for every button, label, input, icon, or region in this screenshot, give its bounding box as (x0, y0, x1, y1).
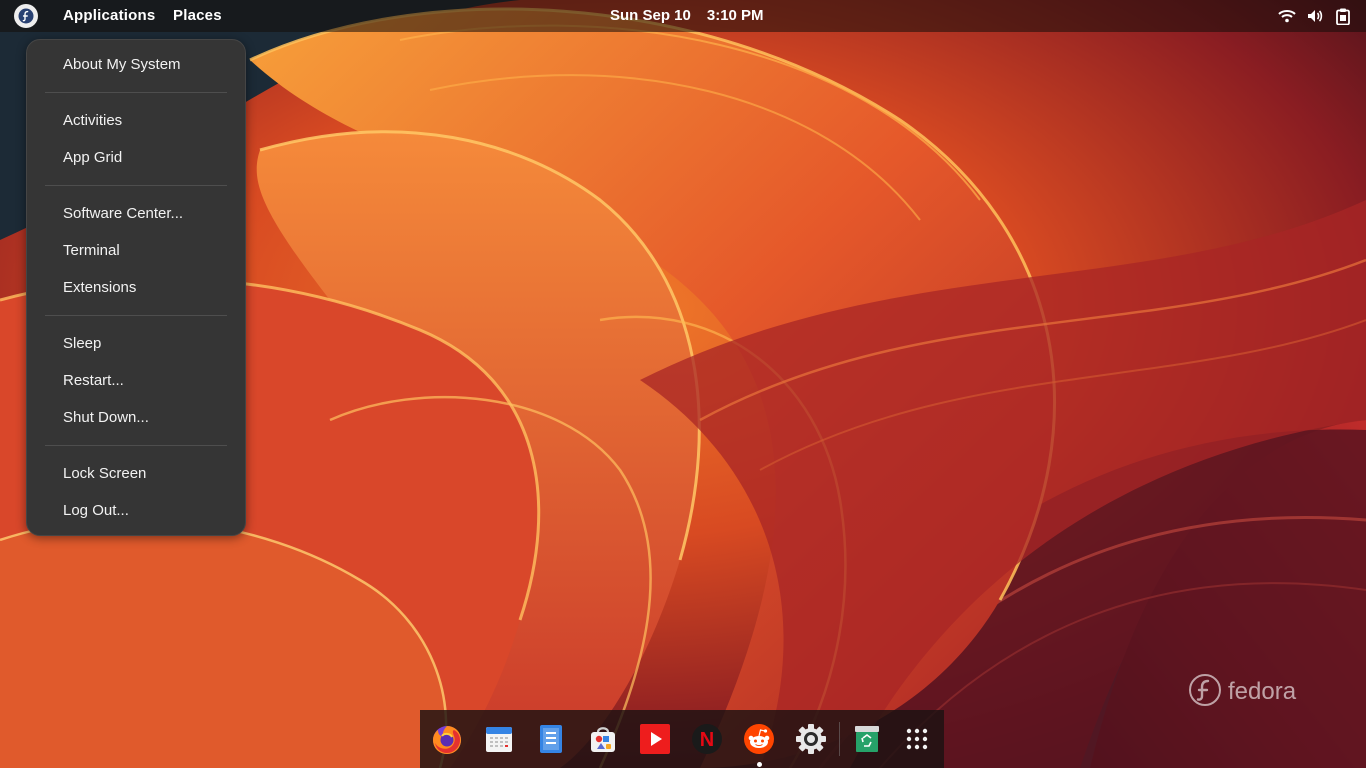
places-menu[interactable]: Places (173, 7, 222, 24)
menu-item-sleep[interactable]: Sleep (63, 335, 101, 352)
dock: N (420, 710, 944, 768)
fedora-logo-icon[interactable] (14, 4, 38, 28)
menu-separator (45, 445, 227, 446)
date-label: Sun Sep 10 (610, 7, 691, 24)
menu-item-app-grid[interactable]: App Grid (63, 149, 122, 166)
menu-item-restart[interactable]: Restart... (63, 372, 124, 389)
menu-separator (45, 92, 227, 93)
menu-item-terminal[interactable]: Terminal (63, 242, 120, 259)
text-editor-icon[interactable] (534, 722, 568, 756)
menu-separator (45, 315, 227, 316)
firefox-icon[interactable] (430, 722, 464, 756)
menu-item-log-out[interactable]: Log Out... (63, 502, 129, 519)
applications-popup-menu: About My System Activities App Grid Soft… (26, 39, 246, 536)
settings-icon[interactable] (794, 722, 828, 756)
netflix-glyph: N (700, 729, 714, 751)
netflix-icon[interactable]: N (690, 722, 724, 756)
software-store-icon[interactable] (586, 722, 620, 756)
menu-item-lock-screen[interactable]: Lock Screen (63, 465, 146, 482)
trash-icon[interactable] (850, 722, 884, 756)
running-indicator (757, 762, 762, 767)
fedora-watermark: fedora (1188, 672, 1308, 713)
menu-item-extensions[interactable]: Extensions (63, 279, 136, 296)
menu-item-software-center[interactable]: Software Center... (63, 205, 183, 222)
menu-separator (45, 185, 227, 186)
clipboard-icon[interactable] (1334, 7, 1352, 25)
menu-item-shut-down[interactable]: Shut Down... (63, 409, 149, 426)
volume-icon[interactable] (1306, 7, 1324, 25)
calendar-icon[interactable] (482, 722, 516, 756)
dock-divider (839, 722, 840, 756)
wifi-icon[interactable] (1278, 7, 1296, 25)
system-tray[interactable] (1278, 7, 1352, 25)
reddit-icon[interactable] (742, 722, 776, 756)
menu-item-about-my-system[interactable]: About My System (63, 56, 181, 73)
menu-item-activities[interactable]: Activities (63, 112, 122, 129)
watermark-text: fedora (1228, 678, 1297, 705)
time-label: 3:10 PM (706, 7, 764, 24)
app-grid-icon[interactable] (900, 722, 934, 756)
date-time[interactable]: Sun Sep 10 3:10 PM (610, 7, 780, 24)
youtube-icon[interactable] (638, 722, 672, 756)
applications-menu[interactable]: Applications (63, 7, 155, 24)
top-bar: Applications Places Sun Sep 10 3:10 PM (0, 0, 1366, 32)
